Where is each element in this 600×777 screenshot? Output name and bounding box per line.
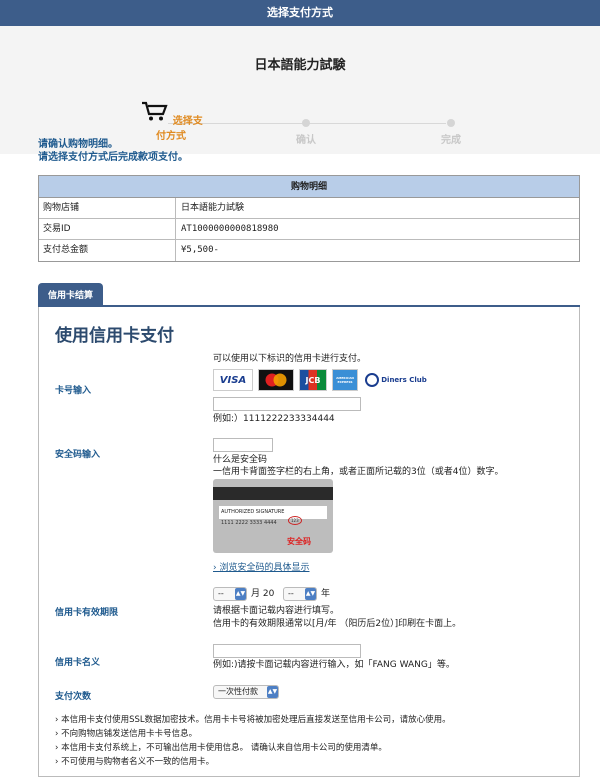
expiry-month-select[interactable]: -- ▲▼ (213, 587, 247, 601)
table-row: 支付总金额 ¥5,500- (39, 240, 579, 261)
chevron-down-icon: ▲▼ (235, 588, 246, 600)
chevron-down-icon: ▲▼ (305, 588, 316, 600)
step-dot-icon (447, 119, 455, 127)
page-title: 日本語能力試験 (254, 58, 346, 73)
security-code-input[interactable] (213, 438, 273, 452)
row-key: 交易ID (39, 219, 176, 239)
header-title: 选择支付方式 (267, 6, 333, 19)
instruction-messages: 请确认购物明细。 请选择支付方式后完成款项支付。 (38, 138, 188, 164)
link-text: 浏览安全码的具体显示 (219, 563, 310, 573)
step-dot-icon (302, 119, 310, 127)
chevron-down-icon: ▲▼ (267, 686, 278, 698)
message-line: 请确认购物明细。 (38, 139, 118, 150)
visa-logo-icon: VISA (213, 369, 253, 391)
card-number-example: 例如:）1111222233334444 (213, 414, 335, 424)
table-header: 购物明细 (39, 176, 579, 198)
security-code-digits: 123 (291, 518, 299, 523)
expiry-label: 信用卡有效期限 (55, 608, 119, 618)
security-code-description: 一信用卡背面签字栏的右上角，或者正面所记载的3位（或者4位）数字。 (213, 467, 504, 477)
table-row: 购物店铺 日本語能力試験 (39, 198, 579, 219)
month-unit: 月 20 (251, 588, 274, 600)
installments-label: 支付次数 (55, 692, 92, 702)
year-prefix: 20 (262, 589, 275, 599)
year-unit: 年 (321, 589, 331, 599)
mastercard-logo-icon (258, 369, 294, 391)
top-header-bar: 选择支付方式 (0, 0, 600, 26)
shopping-cart-icon (142, 101, 168, 121)
expiry-hint-2: 信用卡的有效期限通常以[月/年 （阳历后2位）]印刷在卡面上。 (213, 619, 462, 629)
message-line: 请选择支付方式后完成款项支付。 (38, 152, 188, 163)
month-value: -- (218, 589, 224, 598)
step-complete: 完成 (436, 119, 466, 146)
brands-note: 可以使用以下标识的信用卡进行支付。 (213, 354, 367, 364)
row-value: AT1000000000818980 (181, 224, 279, 234)
page-header: 日本語能力試験 选择支付方式 确认 完成 (0, 26, 600, 154)
security-notes: › 本信用卡支付使用SSL数据加密技术。信用卡卡号将被加密处理后直接发送至信用卡… (55, 713, 451, 769)
diners-text: Diners Club (381, 376, 427, 384)
note-text: 本信用卡支付系统上，不可输出信用卡使用信息。 请确认来自信用卡公司的使用清单。 (61, 743, 387, 753)
card-number-print: 1111 2222 3333 4444 (221, 520, 277, 526)
row-key: 支付总金额 (39, 240, 176, 261)
card-number-label: 卡号输入 (55, 386, 92, 396)
step-confirm: 确认 (291, 119, 321, 146)
amex-logo-icon: AMERICAN EXPRESS (332, 369, 358, 391)
security-code-label: 安全码输入 (55, 450, 101, 460)
expiry-year-select[interactable]: -- ▲▼ (283, 587, 317, 601)
cardholder-name-hint: 例如:)请按卡面记载内容进行输入，如「FANG WANG」等。 (213, 660, 455, 670)
table-row: 交易ID AT1000000000818980 (39, 219, 579, 240)
credit-card-form: 使用信用卡支付 可以使用以下标识的信用卡进行支付。 VISA JCB AMERI… (38, 307, 580, 777)
security-code-what: 什么是安全码 (213, 455, 268, 465)
tab-credit-card[interactable]: 信用卡结算 (38, 283, 104, 305)
form-title: 使用信用卡支付 (55, 326, 174, 346)
note-item: › 本信用卡支付使用SSL数据加密技术。信用卡卡号将被加密处理后直接发送至信用卡… (55, 715, 451, 725)
expiry-hint-1: 请根据卡面记载内容进行填写。 (213, 606, 340, 616)
step-select-payment: 选择支付方式 (136, 100, 206, 142)
row-value: ¥5,500- (181, 245, 219, 255)
security-code-detail-link[interactable]: › 浏览安全码的具体显示 (213, 560, 309, 573)
year-value: -- (288, 589, 294, 598)
cardholder-name-input[interactable] (213, 644, 361, 658)
magnetic-stripe (213, 487, 333, 500)
step-label: 完成 (441, 135, 461, 146)
payment-tabs: 信用卡结算 (38, 283, 580, 307)
note-item: › 不可使用与购物者名义不一致的信用卡。 (55, 757, 215, 767)
note-text: 不向购物店铺发送信用卡卡号信息。 (61, 729, 198, 739)
security-code-card-image: AUTHORIZED SIGNATURE 1111 2222 3333 4444… (213, 479, 333, 553)
row-key: 购物店铺 (39, 198, 176, 218)
jcb-logo-icon: JCB (299, 369, 327, 391)
security-code-caption: 安全码 (287, 537, 311, 546)
signature-strip: AUTHORIZED SIGNATURE (219, 506, 327, 519)
card-brand-logos: VISA JCB AMERICAN EXPRESS Diners Club (213, 369, 429, 391)
step-label: 确认 (296, 135, 316, 146)
note-item: › 本信用卡支付系统上，不可输出信用卡使用信息。 请确认来自信用卡公司的使用清单… (55, 743, 387, 753)
cardholder-name-label: 信用卡名义 (55, 658, 101, 668)
installments-select[interactable]: 一次性付款 ▲▼ (213, 685, 279, 699)
card-number-input[interactable] (213, 397, 361, 411)
diners-circle-icon (365, 373, 380, 387)
month-unit-text: 月 (251, 589, 261, 599)
note-text: 本信用卡支付使用SSL数据加密技术。信用卡卡号将被加密处理后直接发送至信用卡公司… (61, 715, 451, 725)
row-value: 日本語能力試験 (181, 203, 245, 213)
diners-club-logo-icon: Diners Club (363, 369, 429, 391)
purchase-details-table: 购物明细 购物店铺 日本語能力試験 交易ID AT1000000000818980 … (38, 175, 580, 262)
note-item: › 不向购物店铺发送信用卡卡号信息。 (55, 729, 198, 739)
mastercard-circles-icon (265, 373, 287, 387)
installments-value: 一次性付款 (218, 687, 258, 696)
